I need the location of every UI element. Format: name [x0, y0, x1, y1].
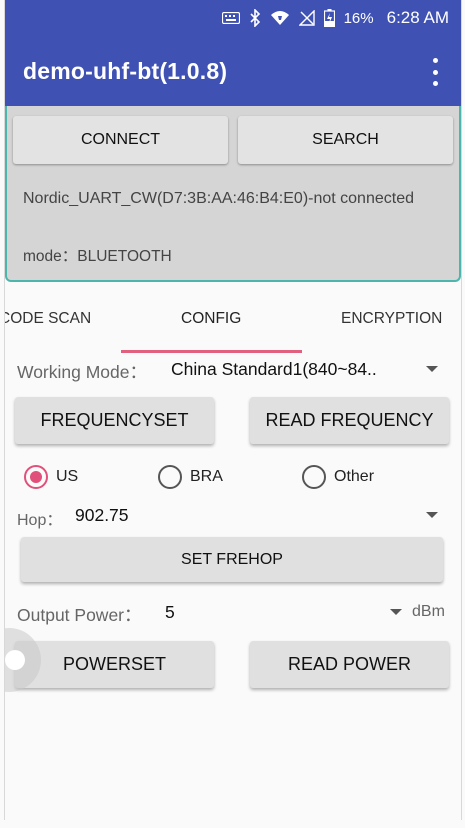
wifi-icon	[270, 10, 290, 26]
frequency-set-button[interactable]: FREQUENCYSET	[15, 397, 214, 444]
chevron-down-icon[interactable]	[426, 512, 438, 518]
bluetooth-icon	[249, 9, 261, 27]
tab-code-scan[interactable]: CODE SCAN	[5, 310, 91, 328]
chevron-down-icon[interactable]	[426, 366, 438, 372]
battery-percent: 16%	[343, 9, 374, 27]
overflow-menu-icon[interactable]	[423, 58, 447, 86]
working-mode-label: Working Mode：	[17, 362, 148, 382]
app-bar: demo-uhf-bt(1.0.8)	[5, 36, 461, 106]
keyboard-icon	[221, 12, 240, 24]
radio-bra-label: BRA	[190, 468, 223, 485]
device-status: Nordic_UART_CW(D7:3B:AA:46:B4:E0)-not co…	[23, 190, 414, 207]
radio-other-label: Other	[334, 468, 375, 485]
hop-select[interactable]: 902.75	[75, 505, 129, 526]
search-button[interactable]: SEARCH	[238, 116, 453, 164]
radio-us[interactable]: US	[24, 465, 78, 489]
no-signal-icon	[298, 10, 315, 26]
radio-checked-icon	[24, 465, 48, 489]
tab-bar: CODE SCAN CONFIG ENCRYPTION	[5, 282, 461, 354]
set-frehop-button[interactable]: SET FREHOP	[21, 537, 443, 582]
app-title: demo-uhf-bt(1.0.8)	[23, 57, 228, 84]
output-power-label: Output Power：	[17, 605, 142, 625]
tab-config[interactable]: CONFIG	[181, 310, 241, 328]
tab-encryption[interactable]: ENCRYPTION	[341, 310, 442, 328]
output-power-select[interactable]: 5	[165, 602, 175, 623]
status-bar: 16% 6:28 AM	[5, 0, 461, 36]
radio-bra[interactable]: BRA	[158, 465, 223, 489]
connection-panel: CONNECT SEARCH Nordic_UART_CW(D7:3B:AA:4…	[5, 106, 461, 282]
powerset-button[interactable]: POWERSET	[15, 641, 214, 688]
mode-text: mode：BLUETOOTH	[23, 248, 172, 265]
power-unit: dBm	[412, 603, 445, 620]
working-mode-select[interactable]: China Standard1(840~84..	[171, 359, 377, 380]
radio-us-label: US	[56, 468, 79, 485]
read-frequency-button[interactable]: READ FREQUENCY	[250, 397, 449, 444]
app-frame: 16% 6:28 AM demo-uhf-bt(1.0.8) CONNECT S…	[4, 0, 462, 820]
read-power-button[interactable]: READ POWER	[250, 641, 449, 688]
battery-charging-icon	[323, 9, 335, 27]
active-tab-indicator	[121, 350, 302, 353]
radio-unchecked-icon	[158, 465, 182, 489]
radio-other[interactable]: Other	[302, 465, 374, 489]
radio-unchecked-icon	[302, 465, 326, 489]
chevron-down-icon[interactable]	[390, 609, 402, 615]
connect-button[interactable]: CONNECT	[13, 116, 228, 164]
hop-label: Hop：	[17, 512, 63, 529]
clock: 6:28 AM	[386, 8, 449, 27]
